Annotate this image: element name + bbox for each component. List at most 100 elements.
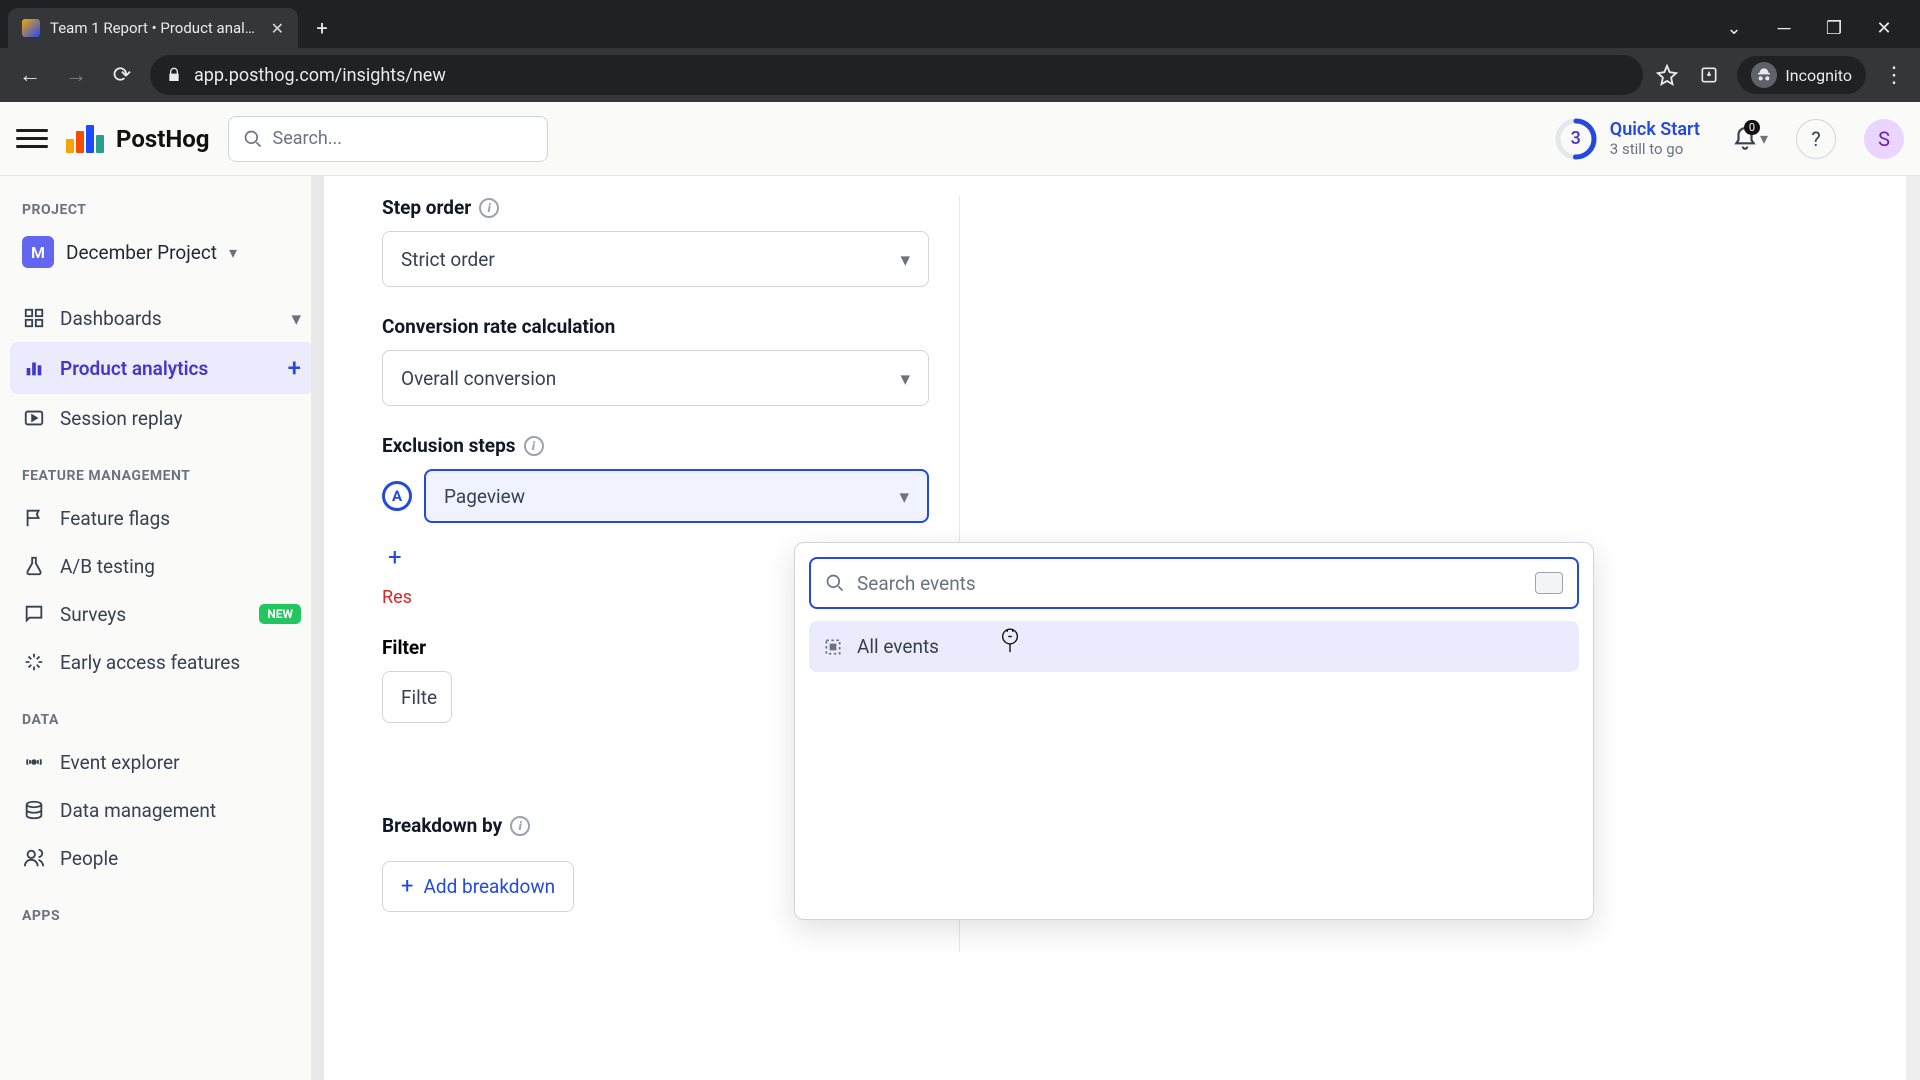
- forward-button[interactable]: →: [58, 57, 94, 93]
- brand[interactable]: PostHog: [66, 125, 210, 153]
- plus-icon: +: [401, 874, 413, 899]
- sidebar-item-dashboards[interactable]: Dashboards ▾: [10, 294, 313, 342]
- address-bar[interactable]: app.posthog.com/insights/new: [150, 55, 1643, 95]
- window-controls: ⌄ ─ ❐ ✕: [1722, 18, 1912, 39]
- info-icon[interactable]: i: [479, 198, 499, 218]
- browser-tab[interactable]: Team 1 Report • Product analytic ✕: [8, 8, 298, 48]
- keyboard-icon: [1535, 572, 1563, 594]
- sidebar-item-label: Dashboards: [60, 307, 162, 330]
- chat-icon: [22, 602, 46, 626]
- progress-ring-icon: 3: [1554, 117, 1598, 161]
- star-icon[interactable]: [1653, 61, 1681, 89]
- info-icon[interactable]: i: [510, 816, 530, 836]
- sidebar-item-surveys[interactable]: Surveys NEW: [10, 590, 313, 638]
- posthog-favicon: [22, 19, 40, 37]
- project-selector[interactable]: M December Project ▾: [10, 228, 313, 276]
- event-dropdown: Search events All events: [794, 542, 1594, 920]
- incognito-badge[interactable]: Incognito: [1737, 56, 1866, 94]
- step-badge: A: [382, 481, 412, 511]
- all-events-icon: [823, 637, 843, 657]
- install-icon[interactable]: [1695, 61, 1723, 89]
- user-avatar[interactable]: S: [1864, 119, 1904, 159]
- posthog-logo-icon: [66, 125, 106, 153]
- database-icon: [22, 798, 46, 822]
- conversion-label: Conversion rate calculation: [382, 315, 929, 338]
- kebab-menu-icon[interactable]: ⋮: [1880, 61, 1908, 89]
- incognito-icon: [1751, 62, 1777, 88]
- search-icon: [243, 129, 263, 149]
- sidebar-item-label: Data management: [60, 799, 216, 822]
- step-order-label: Step order i: [382, 196, 929, 219]
- filter-select[interactable]: Filte: [382, 671, 452, 723]
- close-window-icon[interactable]: ✕: [1872, 18, 1896, 39]
- analytics-icon: [22, 356, 46, 380]
- reload-button[interactable]: ⟳: [104, 57, 140, 93]
- new-tab-button[interactable]: +: [304, 10, 340, 46]
- play-icon: [22, 406, 46, 430]
- close-icon[interactable]: ✕: [271, 19, 284, 38]
- people-icon: [22, 846, 46, 870]
- dropdown-item-all-events[interactable]: All events: [809, 621, 1579, 672]
- url-text: app.posthog.com/insights/new: [194, 65, 446, 86]
- sidebar-item-label: Feature flags: [60, 507, 170, 530]
- chevron-down-icon[interactable]: ⌄: [1722, 18, 1746, 39]
- sidebar-section-feature: FEATURE MANAGEMENT: [10, 460, 313, 494]
- menu-toggle-button[interactable]: [16, 123, 48, 155]
- info-icon[interactable]: i: [524, 436, 544, 456]
- sidebar-item-ab-testing[interactable]: A/B testing: [10, 542, 313, 590]
- sidebar-item-session-replay[interactable]: Session replay: [10, 394, 313, 442]
- sidebar-item-early-access[interactable]: Early access features: [10, 638, 313, 686]
- main-content: Step order i Strict order ▾ Conversion r…: [324, 176, 1920, 1080]
- sidebar-section-apps: APPS: [10, 900, 313, 934]
- sidebar-item-product-analytics[interactable]: Product analytics +: [10, 342, 313, 394]
- sidebar-item-label: A/B testing: [60, 555, 155, 578]
- quick-start-button[interactable]: 3 Quick Start 3 still to go: [1554, 117, 1700, 161]
- sidebar-section-project: PROJECT: [10, 194, 313, 228]
- flag-icon: [22, 506, 46, 530]
- conversion-select[interactable]: Overall conversion ▾: [382, 350, 929, 406]
- sidebar-item-event-explorer[interactable]: Event explorer: [10, 738, 313, 786]
- flask-icon: [22, 554, 46, 578]
- notification-count: 0: [1744, 120, 1760, 135]
- incognito-label: Incognito: [1785, 66, 1852, 85]
- step-order-select[interactable]: Strict order ▾: [382, 231, 929, 287]
- chevron-down-icon: ▾: [899, 485, 909, 508]
- global-search[interactable]: Search...: [228, 116, 548, 162]
- maximize-icon[interactable]: ❐: [1822, 18, 1846, 39]
- sidebar: PROJECT M December Project ▾ Dashboards …: [0, 176, 324, 1080]
- new-badge: NEW: [259, 604, 301, 624]
- dashboard-icon: [22, 306, 46, 330]
- add-breakdown-label: Add breakdown: [423, 875, 555, 898]
- app-header: PostHog Search... 3 Quick Start 3 still …: [0, 102, 1920, 176]
- sidebar-item-data-management[interactable]: Data management: [10, 786, 313, 834]
- add-breakdown-button[interactable]: + Add breakdown: [382, 861, 574, 912]
- sidebar-item-feature-flags[interactable]: Feature flags: [10, 494, 313, 542]
- event-search-input[interactable]: Search events: [809, 557, 1579, 609]
- browser-toolbar: ← → ⟳ app.posthog.com/insights/new Incog…: [0, 48, 1920, 102]
- minimize-icon[interactable]: ─: [1772, 18, 1796, 39]
- live-icon: [22, 750, 46, 774]
- chevron-down-icon: ▾: [900, 248, 910, 271]
- sidebar-item-label: Surveys: [60, 603, 126, 626]
- tab-strip: Team 1 Report • Product analytic ✕ + ⌄ ─…: [0, 0, 1920, 48]
- chevron-down-icon: ▾: [900, 367, 910, 390]
- chevron-down-icon: ▾: [1760, 129, 1768, 148]
- sidebar-item-label: Early access features: [60, 651, 240, 674]
- select-value: Overall conversion: [401, 367, 556, 390]
- chevron-down-icon: ▾: [229, 243, 237, 262]
- search-placeholder: Search...: [273, 128, 343, 149]
- select-value: Strict order: [401, 248, 495, 271]
- sidebar-item-label: Product analytics: [60, 357, 208, 380]
- chevron-down-icon: ▾: [291, 307, 301, 330]
- search-icon: [825, 573, 845, 593]
- sidebar-item-people[interactable]: People: [10, 834, 313, 882]
- plus-icon[interactable]: +: [288, 354, 301, 382]
- dropdown-item-label: All events: [857, 635, 939, 658]
- sidebar-item-label: People: [60, 847, 118, 870]
- back-button[interactable]: ←: [12, 57, 48, 93]
- exclusion-event-select[interactable]: Pageview ▾: [424, 469, 929, 523]
- quick-start-subtitle: 3 still to go: [1610, 140, 1700, 158]
- help-button[interactable]: ?: [1796, 119, 1836, 159]
- project-badge: M: [22, 236, 54, 268]
- notifications-button[interactable]: 0 ▾: [1732, 126, 1768, 152]
